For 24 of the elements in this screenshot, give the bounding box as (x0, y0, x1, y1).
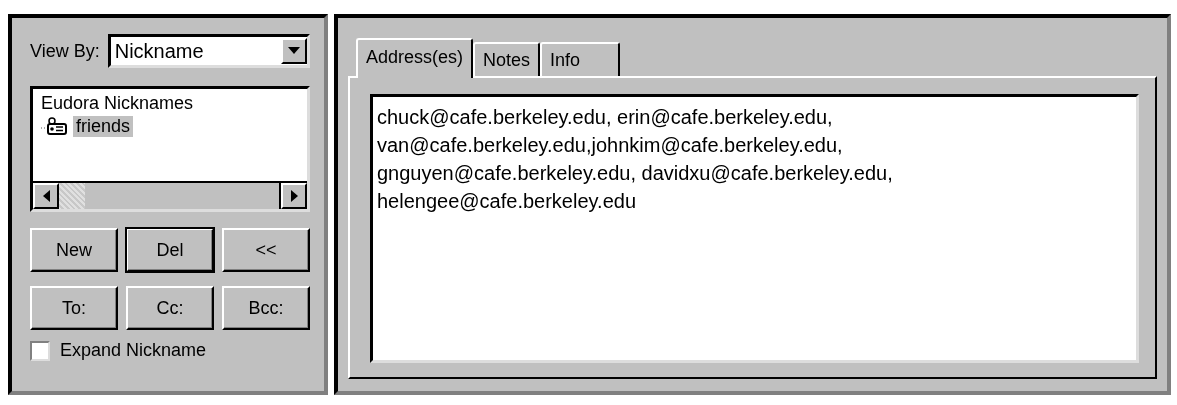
tab[interactable]: Notes (473, 42, 541, 76)
checkbox[interactable] (30, 340, 50, 361)
address-button[interactable]: To: (30, 286, 118, 330)
right-arrow-icon (290, 190, 298, 202)
address-button[interactable]: Bcc: (222, 286, 310, 330)
action-button[interactable]: << (222, 228, 310, 272)
tree-item[interactable]: friends (73, 116, 134, 137)
view-by-label: View By: (30, 40, 100, 62)
scroll-left-button[interactable] (33, 183, 59, 209)
left-arrow-icon (42, 190, 50, 202)
addresses-text-area[interactable]: chuck@cafe.berkeley.edu, erin@cafe.berkeley.edu, van@cafe.berkeley.edu,johnkim@cafe.berkeley.edu, gnguyen@cafe.berkeley.edu, davidxu@cafe.berkeley.edu, helengee@cafe.berkeley.edu (370, 94, 1139, 363)
tree-root-item[interactable]: Eudora Nicknames (41, 93, 194, 114)
addresses-text: chuck@cafe.berkeley.edu, erin@cafe.berkeley.edu, van@cafe.berkeley.edu,johnkim@cafe.berkeley.edu, gnguyen@cafe.berkeley.edu, davidxu@cafe.berkeley.edu, helengee@cafe.berkeley.edu (377, 105, 894, 214)
scroll-right-button[interactable] (281, 183, 307, 209)
horizontal-scrollbar[interactable] (33, 181, 307, 209)
tab[interactable]: Info (540, 42, 621, 76)
tab[interactable]: Address(es) (356, 38, 474, 78)
action-button[interactable]: New (30, 228, 118, 272)
nickname-card-icon (41, 116, 69, 137)
checkbox-label[interactable]: Expand Nickname (60, 340, 207, 361)
action-button[interactable]: Del (126, 228, 214, 272)
scroll-thumb[interactable] (59, 183, 85, 209)
address-button[interactable]: Cc: (126, 286, 214, 330)
view-by-dropdown[interactable]: Nickname (107, 34, 310, 68)
